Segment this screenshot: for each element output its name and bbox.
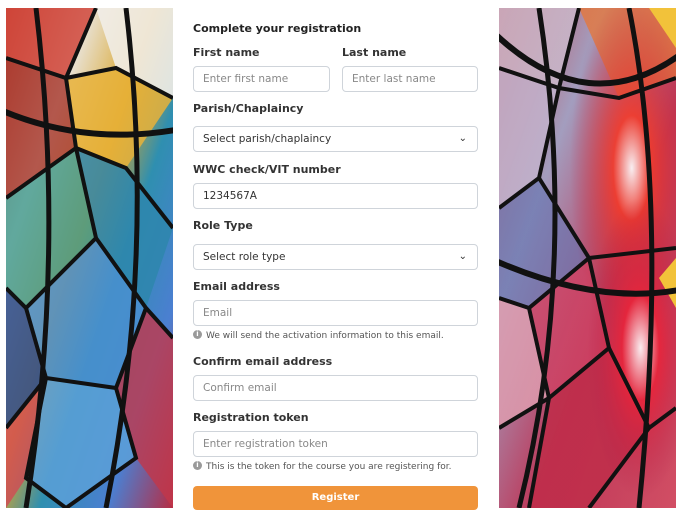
chevron-down-icon: ⌄	[458, 133, 467, 144]
email-input[interactable]: Email	[193, 300, 478, 326]
wwc-label: WWC check/VIT number	[193, 163, 341, 176]
registration-token-label: Registration token	[193, 411, 309, 424]
token-hint-text: This is the token for the course you are…	[206, 462, 452, 472]
last-name-input[interactable]: Enter last name	[342, 66, 478, 92]
confirm-email-input[interactable]: Confirm email	[193, 375, 478, 401]
info-icon: i	[193, 461, 202, 470]
form-title: Complete your registration	[193, 22, 362, 35]
role-type-label: Role Type	[193, 219, 253, 232]
role-type-select[interactable]: Select role type ⌄	[193, 244, 478, 270]
role-type-select-value: Select role type	[203, 251, 286, 263]
token-hint: i This is the token for the course you ar…	[193, 461, 452, 472]
parish-select-value: Select parish/chaplaincy	[203, 133, 332, 145]
email-hint-text: We will send the activation information …	[206, 331, 444, 341]
chevron-down-icon: ⌄	[458, 251, 467, 262]
email-label: Email address	[193, 280, 280, 293]
parish-label: Parish/Chaplaincy	[193, 102, 304, 115]
first-name-label: First name	[193, 46, 260, 59]
stained-glass-image-right	[499, 8, 676, 508]
email-hint: i We will send the activation information…	[193, 330, 444, 341]
stained-glass-image-left	[6, 8, 173, 508]
info-icon: i	[193, 330, 202, 339]
wwc-input[interactable]: 1234567A	[193, 183, 478, 209]
register-button[interactable]: Register	[193, 486, 478, 510]
confirm-email-label: Confirm email address	[193, 355, 333, 368]
parish-select[interactable]: Select parish/chaplaincy ⌄	[193, 126, 478, 152]
registration-token-input[interactable]: Enter registration token	[193, 431, 478, 457]
last-name-label: Last name	[342, 46, 407, 59]
registration-form: Complete your registration First name En…	[193, 8, 478, 510]
first-name-input[interactable]: Enter first name	[193, 66, 330, 92]
